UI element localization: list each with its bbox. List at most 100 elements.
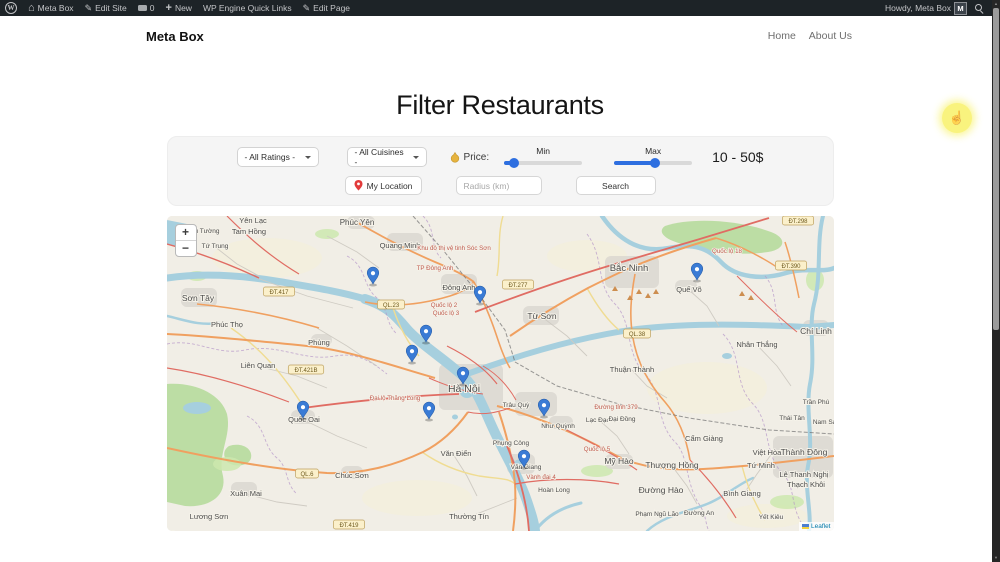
town-label: Phụng Công: [492, 440, 529, 447]
town-label: Chí Linh: [800, 326, 832, 336]
field-area: [646, 362, 767, 414]
town-label: Thuận Thành: [609, 365, 653, 374]
marker-dot: [694, 267, 699, 272]
zoom-out-button[interactable]: −: [175, 240, 196, 256]
town-label: Đường An: [684, 510, 714, 517]
town-label: Xuân Mai: [230, 489, 262, 498]
road-shield-label: QL.6: [300, 472, 314, 478]
town-label: Đường Hào: [638, 485, 683, 495]
money-bag-icon: [450, 151, 459, 162]
road-shield-label: ĐT.419: [339, 523, 359, 529]
town-label: Việt Hòa: [752, 448, 781, 457]
new-content-item[interactable]: + New: [165, 2, 192, 14]
ukraine-flag-icon: [801, 524, 809, 529]
filter-card: - All Ratings - - All Cuisines - Price: …: [166, 136, 834, 206]
town-label: Thạch Khôi: [787, 480, 825, 489]
map-attribution: Leaflet: [798, 522, 834, 531]
min-slider-thumb[interactable]: [509, 158, 520, 168]
road-shield-label: ĐT.417: [269, 290, 289, 296]
scrollbar-down-arrow[interactable]: ▼: [992, 555, 1000, 561]
admin-site-name[interactable]: ⌂ Meta Box: [28, 2, 74, 14]
town-label: Bắc Ninh: [609, 263, 648, 274]
radius-input[interactable]: [455, 176, 542, 195]
ratings-select-value: - All Ratings -: [244, 152, 296, 162]
town-label: Bình Giang: [723, 489, 761, 498]
route-label: Vành đai 4: [526, 474, 556, 481]
green-area: [314, 229, 339, 239]
zoom-in-button[interactable]: +: [176, 225, 196, 240]
admin-site-name-label: Meta Box: [37, 3, 74, 13]
cuisines-select[interactable]: - All Cuisines -: [346, 147, 427, 167]
nav-link-about[interactable]: About Us: [809, 30, 852, 42]
max-slider-fill: [614, 161, 656, 165]
town-label: Đại Đồng: [608, 414, 635, 423]
chevron-down-icon: [412, 155, 419, 159]
route-label: Đường tỉnh 379: [594, 404, 638, 411]
page-title: Filter Restaurants: [396, 90, 604, 120]
town-label: Lạc Đạo: [585, 417, 610, 424]
marker-dot: [423, 329, 428, 334]
page-scrollbar[interactable]: ▲ ▼: [992, 0, 1000, 562]
marker-dot: [409, 349, 414, 354]
town-label: Nam Sách: [812, 419, 833, 426]
town-label: Liên Quan: [240, 361, 275, 370]
wordpress-logo-icon: W: [5, 2, 17, 14]
max-slider-label: Max: [645, 146, 662, 156]
town-label: Hoàn Long: [538, 487, 570, 494]
location-pin-icon: [354, 180, 363, 191]
new-label: New: [174, 3, 192, 13]
plus-icon: +: [165, 2, 172, 14]
edit-page-label: Edit Page: [313, 3, 351, 13]
main-nav: Home About Us: [768, 30, 852, 42]
town-label: Tứ Trung: [201, 243, 228, 250]
my-location-button[interactable]: My Location: [344, 176, 422, 195]
max-slider-thumb[interactable]: [650, 158, 661, 168]
comments-item[interactable]: 0: [137, 3, 155, 13]
leaflet-map[interactable]: Sông HồngSông ĐuốngĐT.417QL.23ĐT.277ĐT.3…: [166, 216, 834, 531]
route-label: Quốc lộ 18: [712, 248, 742, 255]
comment-bubble-icon: [137, 5, 147, 11]
leaflet-link[interactable]: Leaflet: [811, 523, 831, 530]
howdy-account-item[interactable]: Howdy, Meta Box M: [885, 1, 967, 15]
route-label: Quốc lộ 5: [583, 446, 610, 453]
wp-logo-menu[interactable]: W: [5, 2, 17, 14]
comments-count: 0: [149, 3, 155, 13]
marker-dot: [541, 403, 546, 408]
house-icon: ⌂: [28, 2, 35, 14]
town-label: Phạm Ngũ Lão: [635, 511, 679, 518]
town-label: Văn Điển: [440, 449, 471, 458]
town-label: Sơn Tây: [181, 293, 214, 303]
site-title[interactable]: Meta Box: [146, 29, 204, 44]
search-button[interactable]: Search: [575, 176, 656, 195]
lake: [182, 402, 211, 414]
town-label: Tam Hồng: [231, 227, 265, 236]
min-slider-label: Min: [536, 146, 550, 156]
pencil-icon: ✎: [302, 2, 311, 13]
edit-site-item[interactable]: ✎ Edit Site: [85, 3, 127, 13]
lake: [484, 419, 493, 425]
town-label: Thái Tân: [779, 415, 805, 422]
search-icon[interactable]: [974, 3, 984, 13]
road-shield-label: ĐT.390: [781, 264, 801, 270]
town-label: Lê Thanh Nghị: [779, 470, 828, 479]
route-label: Quốc lộ 2: [430, 302, 457, 309]
green-area: [769, 495, 804, 509]
route-label: Khu đô thị vệ tinh Sóc Sơn: [417, 245, 491, 252]
town-label: Phúc Thọ: [211, 320, 243, 329]
ratings-select[interactable]: - All Ratings -: [236, 147, 319, 167]
town-label: Chúc Sơn: [335, 471, 369, 480]
edit-page-item[interactable]: ✎ Edit Page: [303, 3, 350, 13]
town-label: Trâu Quỳ: [502, 402, 530, 409]
max-price-slider[interactable]: [614, 158, 693, 168]
scrollbar-up-arrow[interactable]: ▲: [992, 1, 1000, 7]
nav-link-home[interactable]: Home: [768, 30, 796, 42]
route-label: Đại lộ Thăng Long: [369, 395, 420, 402]
road-shield-label: ĐT.298: [788, 219, 808, 225]
min-price-slider[interactable]: [504, 158, 583, 168]
town-label: Quế Võ: [676, 285, 701, 294]
wp-engine-quick-links[interactable]: WP Engine Quick Links: [203, 3, 292, 13]
chevron-down-icon: [304, 155, 311, 159]
search-button-label: Search: [602, 180, 629, 191]
town-label: Phúc Yên: [339, 218, 374, 227]
scrollbar-thumb[interactable]: [993, 8, 999, 330]
